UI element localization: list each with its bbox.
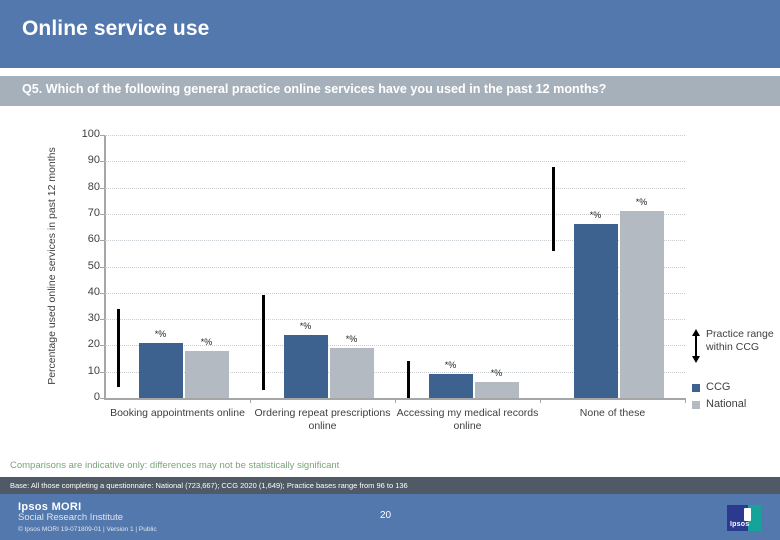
bar-value-label: *% [589, 210, 602, 221]
legend-item-label: CCG [706, 381, 731, 393]
y-tick-label: 20 [87, 338, 100, 351]
y-tick-label: 40 [87, 285, 100, 298]
gridline [105, 161, 685, 163]
y-tick-mark [100, 319, 105, 321]
y-tick-label: 90 [87, 154, 100, 167]
gridline [105, 135, 685, 136]
legend-practice-range: Practice range within CCG [690, 326, 780, 372]
y-tick-label: 10 [87, 364, 100, 377]
x-axis-category-label: None of these [579, 407, 646, 419]
double-arrow-icon [692, 329, 700, 363]
base-text: Base: All those completing a questionnai… [10, 481, 408, 490]
footer-brand-secondary: Social Research Institute [18, 512, 124, 523]
y-tick-mark [100, 161, 105, 163]
ipsos-logo-glyph [744, 508, 751, 521]
y-tick-label: 100 [81, 128, 100, 140]
y-tick-mark [100, 345, 105, 347]
bar-value-label: *% [635, 197, 648, 208]
y-tick-mark [100, 213, 105, 215]
practice-range-line [551, 166, 555, 251]
plot-area: 0 10 20 30 40 50 60 70 80 90 100 *% *% Booking appoin… [82, 129, 686, 432]
legend-key: CCG National [690, 380, 780, 414]
y-tick-label: 0 [93, 391, 100, 403]
bar-value-label: *% [444, 360, 457, 371]
legend-range-label: Practice range within CCG [706, 328, 774, 353]
y-axis-title: Percentage used online services in past … [46, 147, 58, 385]
legend-swatch-icon [692, 401, 700, 409]
bar-ccg [573, 224, 618, 398]
y-tick-mark [100, 135, 105, 136]
chart: Percentage used online services in past … [0, 110, 780, 450]
y-tick-mark [100, 371, 105, 373]
x-axis-category-label: Ordering repeat prescriptions online [254, 407, 391, 432]
bar-value-label: *% [299, 320, 312, 331]
gridline [105, 187, 685, 189]
y-tick-label: 50 [87, 259, 100, 272]
page-title: Online service use [22, 17, 210, 40]
y-tick-label: 70 [87, 206, 100, 219]
practice-range-line [406, 361, 410, 398]
x-axis-category-label: Booking appointments online [110, 407, 245, 419]
bar-national [184, 350, 229, 398]
y-tick-mark [100, 240, 105, 242]
legend-item-label: National [706, 398, 747, 410]
question-text: Q5. Which of the following general pract… [22, 82, 607, 96]
footer-copyright: © Ipsos MORI 19-071809-01 | Version 1 | … [18, 526, 157, 533]
x-axis-category-label: Accessing my medical records online [396, 407, 539, 432]
bar-value-label: *% [154, 328, 167, 339]
legend-swatch-icon [692, 384, 700, 392]
bar-national [474, 382, 519, 398]
ipsos-logo-word: Ipsos [730, 521, 750, 528]
y-tick-mark [100, 292, 105, 294]
y-tick-label: 60 [87, 233, 100, 246]
bar-value-label: *% [490, 368, 503, 379]
ipsos-logo-icon: Ipsos [727, 505, 761, 531]
y-tick-mark [100, 398, 105, 399]
y-tick-mark [100, 187, 105, 189]
bar-ccg [138, 342, 183, 398]
y-tick-mark [100, 266, 105, 268]
legend-item: National [690, 397, 780, 414]
y-tick-label: 30 [87, 312, 100, 325]
practice-range-line [261, 295, 265, 391]
x-tick-mark [540, 398, 541, 403]
x-tick-mark [685, 398, 686, 403]
y-tick-label: 80 [87, 180, 100, 193]
x-tick-mark [250, 398, 251, 403]
page-number: 20 [380, 510, 392, 521]
bar-ccg [283, 334, 328, 398]
bar-national [329, 348, 374, 398]
bar-ccg [428, 374, 473, 398]
bar-value-label: *% [200, 336, 213, 347]
bar-national [619, 211, 664, 398]
practice-range-line [116, 308, 120, 388]
legend-item: CCG [690, 380, 780, 397]
bar-value-label: *% [345, 334, 358, 345]
slide: Online service use Q5. Which of the foll… [0, 0, 780, 540]
x-tick-mark [395, 398, 396, 403]
legend: Practice range within CCG CCG National [690, 326, 780, 414]
comparison-note: Comparisons are indicative only: differe… [10, 460, 340, 471]
